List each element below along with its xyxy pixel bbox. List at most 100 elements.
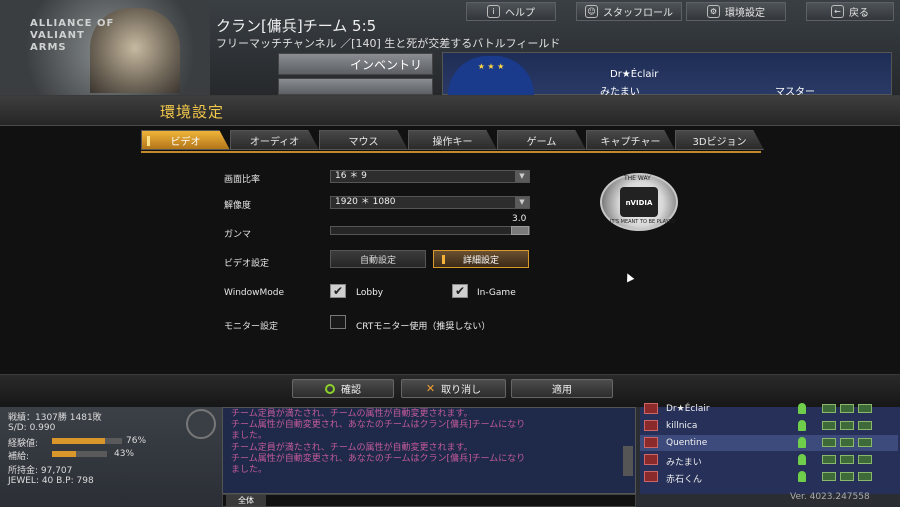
action-icon[interactable] [822,438,836,447]
tab-video[interactable]: ビデオ [141,130,230,150]
apply-button[interactable]: 適用 [511,379,613,398]
detail-settings-button[interactable]: 詳細設定 [433,250,529,268]
slider-handle[interactable] [511,226,529,235]
game-logo: ALLIANCE OF VALIANT ARMS [0,0,210,95]
supply-bar [52,451,107,457]
channel-name: フリーマッチチャンネル ／[140] 生と死が交差するバトルフィールド [216,37,561,50]
money-text: 所持金: 97,707 [8,466,73,476]
chevron-down-icon[interactable]: ▼ [515,171,529,182]
player-status-icon [798,420,806,431]
gamma-value: 3.0 [512,214,527,224]
dialog-title: 環境設定 [160,103,225,121]
action-icon[interactable] [840,421,854,430]
action-icon[interactable] [822,472,836,481]
chat-scrollbar[interactable] [623,446,633,476]
aspect-select[interactable]: 16 ＊ 9 ▼ [330,170,530,183]
back-button[interactable]: ← 戻る [806,2,894,21]
gamma-slider[interactable] [330,226,530,235]
chat-line: チーム属性が自動変更され、あなたのチームはクラン[傭兵]チームになり [231,454,526,464]
tab-keys[interactable]: 操作キー [408,130,497,150]
logo-text: ALLIANCE OF VALIANT ARMS [30,18,115,53]
help-button[interactable]: i ヘルプ [466,2,556,21]
record-text: 戦績：1307勝 1481敗 [8,413,102,423]
jewel-text: JEWEL: 40 B.P: 798 [8,476,94,486]
chat-line: チーム定員が満たされ、チームの属性が自動変更されます。 [231,443,473,453]
list-item[interactable]: Dr★Éclair [640,401,898,417]
supply-label: 補給: [8,452,30,462]
action-icon[interactable] [858,404,872,413]
help-icon: i [487,5,500,18]
lobby-checkbox[interactable]: ✔ [330,284,346,298]
player-list: Dr★Éclair killnica Quentine みたまい 赤石くん [640,403,900,494]
chat-input[interactable] [222,494,636,507]
settings-tabs: ビデオ オーディオ マウス 操作キー ゲーム キャプチャー 3Dビジョン [141,130,764,150]
sd-text: S/D: 0.990 [8,423,56,433]
gamma-label: ガンマ [224,230,252,240]
clan-title: クラン[傭兵]チーム 5:5 [216,17,377,35]
tab-audio[interactable]: オーディオ [230,130,319,150]
resolution-label: 解像度 [224,201,252,211]
chat-line: チーム定員が満たされ、チームの属性が自動変更されます。 [231,409,473,419]
confirm-button[interactable]: 確認 [292,379,394,398]
chat-line: チーム属性が自動変更され、あなたのチームはクラン[傭兵]チームになり [231,420,526,430]
tab-mouse[interactable]: マウス [319,130,408,150]
action-icon[interactable] [840,455,854,464]
settings-button[interactable]: ⚙ 環境設定 [686,2,786,21]
back-icon: ← [831,5,844,18]
chat-line: ました。 [231,431,268,441]
cancel-button[interactable]: ✕ 取り消し [401,379,506,398]
chat-tab-all[interactable]: 全体 [226,495,266,506]
action-icon[interactable] [858,455,872,464]
list-item[interactable]: killnica [640,418,898,434]
list-item[interactable]: Quentine [640,435,898,451]
tab-capture[interactable]: キャプチャー [586,130,675,150]
rank-icon [644,437,658,448]
tab-game[interactable]: ゲーム [497,130,586,150]
auto-settings-button[interactable]: 自動設定 [330,250,426,268]
rank-icon [644,403,658,414]
action-icon[interactable] [858,472,872,481]
version-text: Ver. 4023.247558 [790,492,870,502]
lobby-bottom: 戦績：1307勝 1481敗 S/D: 0.990 経験値: 76% 補給: 4… [0,403,900,507]
resolution-select[interactable]: 1920 ＊ 1080 ▼ [330,196,530,209]
supply-pct: 43% [114,449,135,459]
inventory-button[interactable]: インベントリ [278,53,433,75]
supply-bar-fill [52,451,76,457]
shop-button[interactable] [278,78,433,95]
ingame-checkbox[interactable]: ✔ [452,284,468,298]
action-icon[interactable] [840,438,854,447]
action-icon[interactable] [858,438,872,447]
nvidia-logo: THE WAY nVIDIA IT'S MEANT TO BE PLAYED [600,173,678,231]
player-status-icon [798,454,806,465]
tab-3dvision[interactable]: 3Dビジョン [675,130,764,150]
rank-icon [644,454,658,465]
game-lobby-screen: { "header": { "logo_text": "ALLIANCE OF … [0,0,900,507]
list-item[interactable]: 赤石くん [640,469,898,485]
exp-bar [52,438,122,444]
action-icon[interactable] [840,472,854,481]
action-icon[interactable] [822,404,836,413]
exp-bar-fill [52,438,106,444]
dialog-header: 環境設定 [0,96,900,126]
exp-pct: 76% [126,436,147,446]
player-status-icon [798,437,806,448]
player-name-top: Dr★Éclair [610,69,659,80]
crt-checkbox[interactable] [330,315,346,329]
nvidia-eye-icon: nVIDIA [620,187,658,217]
nvidia-tagline-bottom: IT'S MEANT TO BE PLAYED [610,219,676,225]
action-icon[interactable] [840,404,854,413]
list-item[interactable]: みたまい [640,452,898,468]
circle-icon [325,383,335,394]
chevron-down-icon[interactable]: ▼ [515,197,529,208]
gear-icon: ⚙ [707,5,720,18]
action-icon[interactable] [822,455,836,464]
monitor-label: モニター設定 [224,322,279,332]
chat-line: ました。 [231,465,268,475]
rank-icon [644,471,658,482]
action-icon[interactable] [858,421,872,430]
ingame-label: In-Game [477,288,516,298]
action-icon[interactable] [822,421,836,430]
staffroll-button[interactable]: ☺ スタッフロール [576,2,682,21]
windowmode-label: WindowMode [224,288,285,298]
player-stats: 戦績：1307勝 1481敗 S/D: 0.990 経験値: 76% 補給: 4… [0,407,222,507]
